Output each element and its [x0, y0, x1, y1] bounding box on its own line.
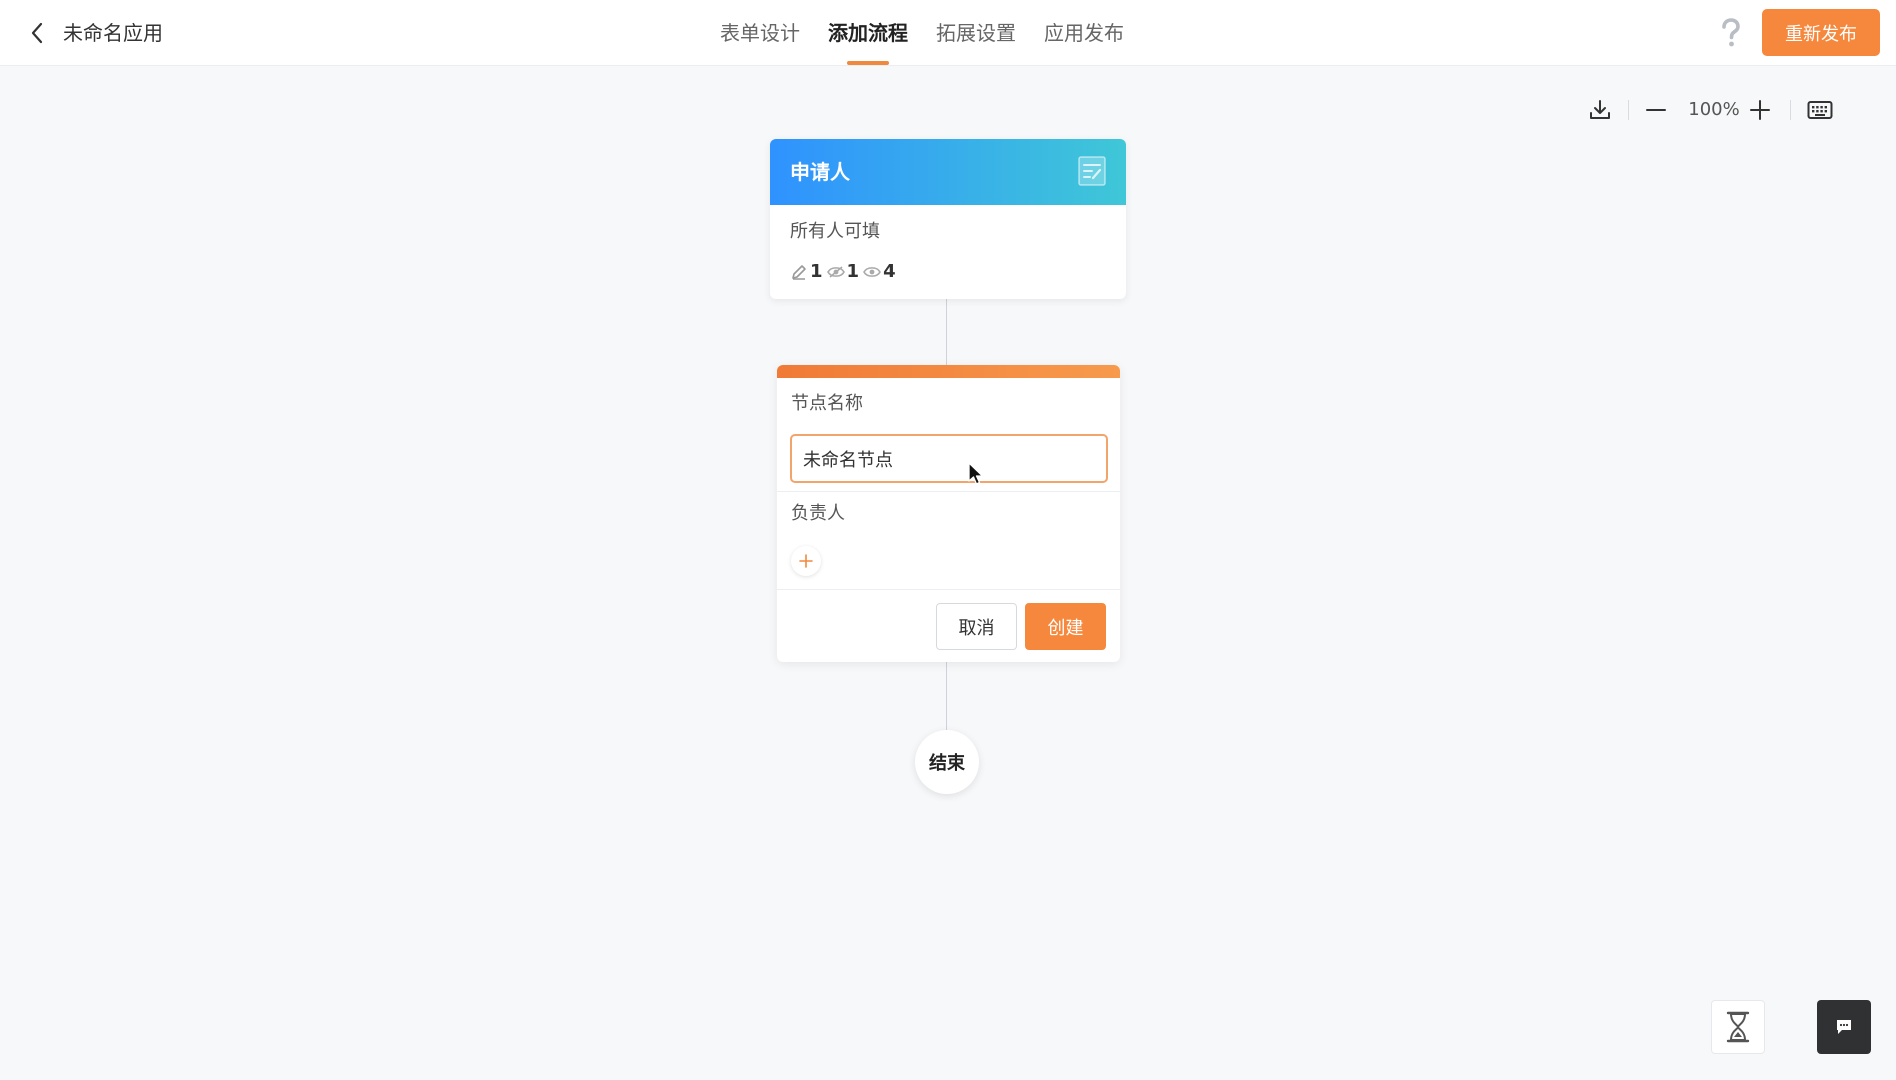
editor-accent-bar — [777, 365, 1120, 378]
applicant-node-header: 申请人 — [770, 139, 1126, 205]
end-node: 结束 — [915, 730, 979, 794]
republish-button[interactable]: 重新发布 — [1762, 9, 1880, 56]
hidden-count: 1 — [846, 261, 860, 282]
editable-count: 1 — [810, 261, 823, 282]
active-tab-indicator — [847, 61, 889, 65]
flow-connector — [946, 299, 947, 365]
tab-label: 拓展设置 — [936, 21, 1016, 45]
toolbar-divider — [1628, 100, 1629, 120]
chat-icon — [1837, 1020, 1851, 1034]
pencil-icon — [790, 263, 808, 281]
divider — [777, 491, 1120, 492]
chat-button[interactable] — [1817, 1000, 1871, 1054]
applicant-node-subtitle: 所有人可填 — [790, 221, 880, 242]
cancel-button[interactable]: 取消 — [936, 603, 1017, 650]
plus-icon — [799, 554, 813, 568]
hourglass-icon — [1726, 1011, 1750, 1043]
node-name-label: 节点名称 — [791, 393, 863, 414]
tab-extension-settings[interactable]: 拓展设置 — [936, 0, 1016, 66]
history-button[interactable] — [1711, 1000, 1765, 1054]
eye-icon — [863, 263, 881, 281]
keyboard-icon[interactable] — [1806, 96, 1834, 124]
flow-connector — [946, 662, 947, 730]
node-name-input[interactable] — [790, 434, 1108, 483]
field-permission-summary: 1 1 4 — [790, 261, 900, 282]
zoom-level: 100% — [1688, 99, 1740, 120]
canvas-toolbar: 100% — [1578, 92, 1838, 128]
back-button[interactable] — [22, 18, 52, 48]
applicant-node[interactable]: 申请人 所有人可填 1 1 4 — [770, 139, 1126, 299]
main-tabs: 表单设计 添加流程 拓展设置 应用发布 — [720, 0, 1152, 66]
readonly-count: 4 — [883, 261, 896, 282]
tab-label: 应用发布 — [1044, 21, 1124, 45]
help-icon[interactable] — [1718, 17, 1744, 49]
add-owner-button[interactable] — [791, 546, 821, 576]
create-button[interactable]: 创建 — [1025, 603, 1106, 650]
tab-label: 表单设计 — [720, 21, 800, 45]
top-bar: 未命名应用 表单设计 添加流程 拓展设置 应用发布 重新发布 — [0, 0, 1896, 66]
tab-app-publish[interactable]: 应用发布 — [1044, 0, 1124, 66]
zoom-out-icon[interactable] — [1642, 96, 1670, 124]
applicant-node-title: 申请人 — [790, 160, 850, 184]
download-icon[interactable] — [1586, 96, 1614, 124]
tab-add-flow[interactable]: 添加流程 — [828, 0, 908, 66]
chevron-left-icon — [31, 22, 43, 44]
eye-off-icon — [826, 263, 845, 281]
tab-label: 添加流程 — [828, 21, 908, 45]
zoom-in-icon[interactable] — [1746, 96, 1774, 124]
node-editor-popover: 节点名称 负责人 取消 创建 — [777, 365, 1120, 662]
tab-form-design[interactable]: 表单设计 — [720, 0, 800, 66]
owner-label: 负责人 — [791, 503, 845, 524]
divider — [777, 589, 1120, 590]
app-title: 未命名应用 — [63, 21, 163, 45]
toolbar-divider — [1790, 100, 1791, 120]
form-edit-icon — [1078, 156, 1106, 186]
